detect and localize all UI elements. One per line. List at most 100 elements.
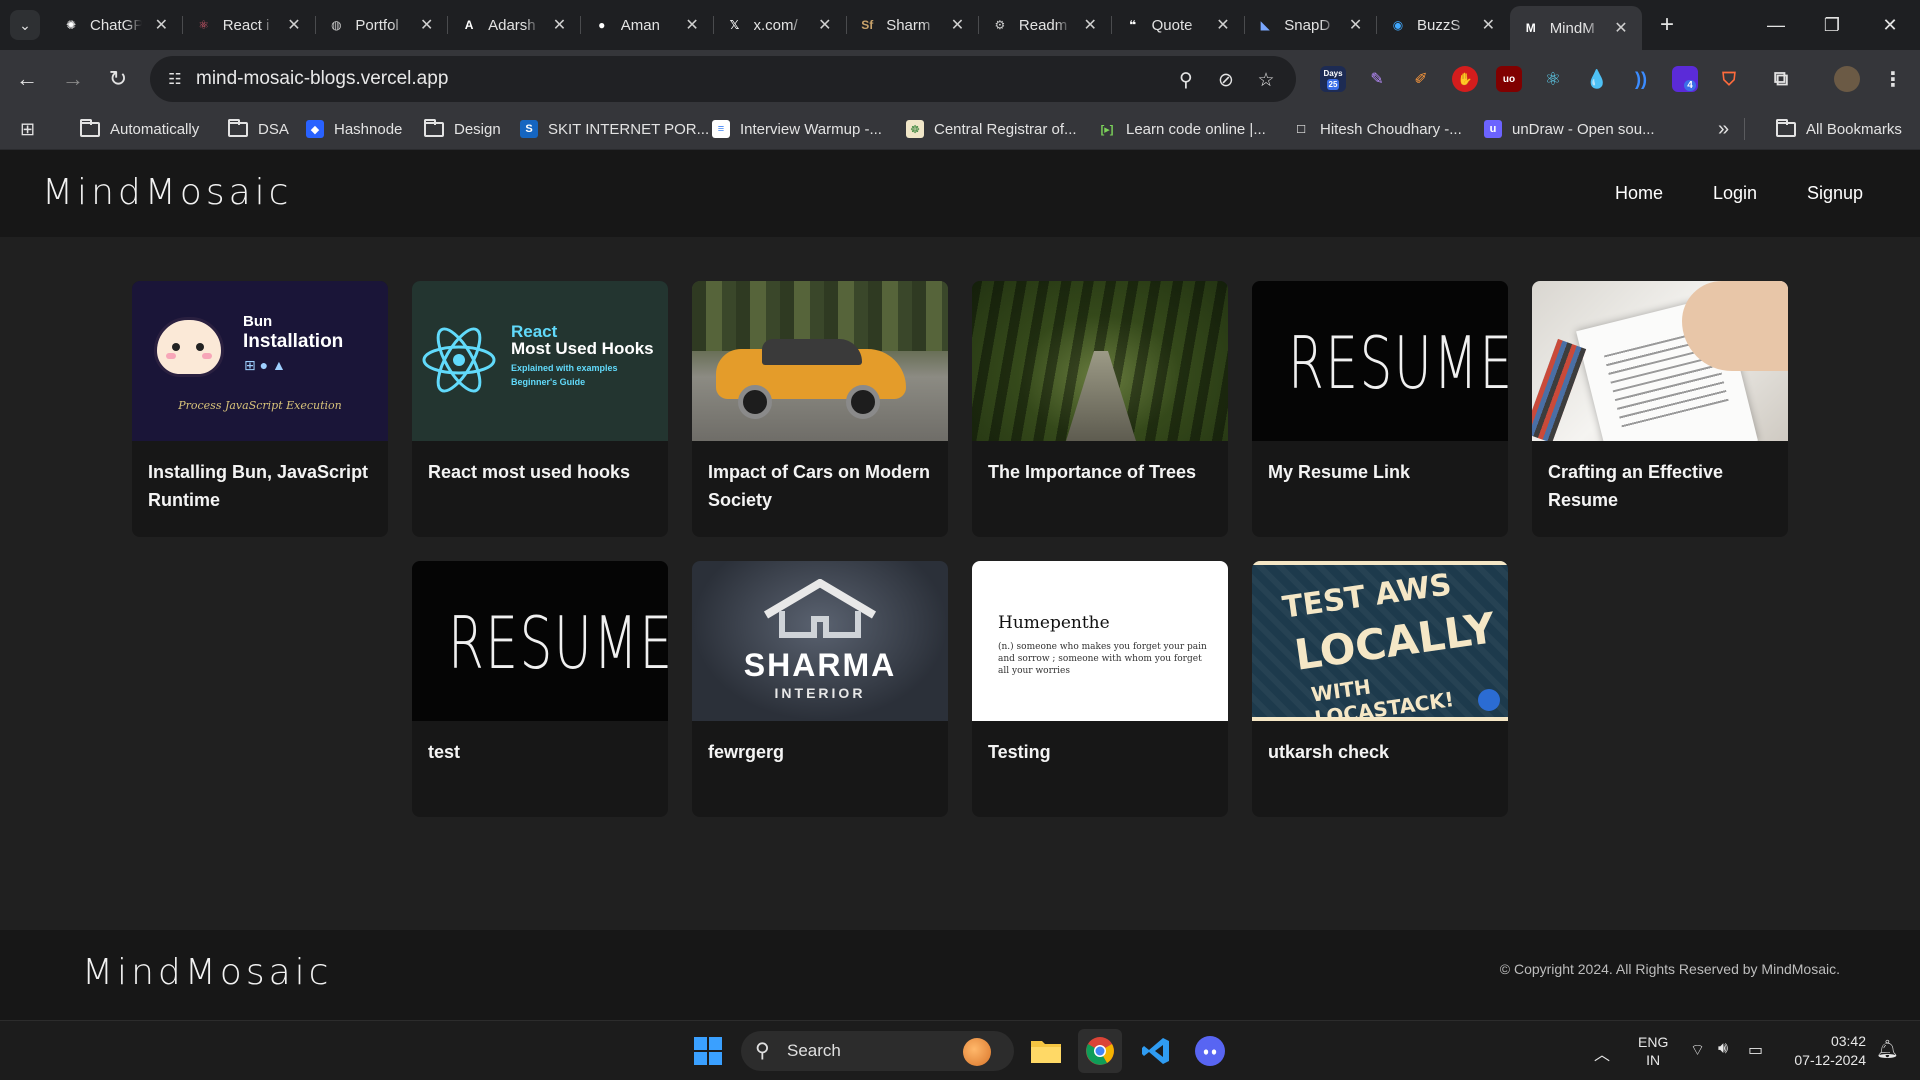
eye-off-icon[interactable]: ⊘ bbox=[1214, 68, 1238, 92]
battery-icon[interactable]: ▭ bbox=[1748, 1040, 1763, 1060]
blog-card-title[interactable]: Impact of Cars on Modern Society bbox=[708, 458, 936, 514]
blog-card-title[interactable]: test bbox=[428, 738, 656, 766]
bookmark-1[interactable]: Automatically bbox=[80, 116, 199, 142]
bookmark-7[interactable]: ☸ Central Registrar of... bbox=[906, 116, 1077, 142]
blog-card-thumbnail[interactable]: RESUME bbox=[1252, 281, 1508, 441]
tab-close-icon[interactable]: ✕ bbox=[1083, 15, 1096, 35]
tab-close-icon[interactable]: ✕ bbox=[420, 15, 433, 35]
all-bookmarks-button[interactable]: All Bookmarks bbox=[1776, 116, 1902, 142]
url-text[interactable]: mind-mosaic-blogs.vercel.app bbox=[196, 68, 448, 90]
more-bookmarks-icon[interactable]: » bbox=[1718, 116, 1729, 142]
blog-card-thumbnail[interactable] bbox=[972, 281, 1228, 441]
profile-avatar[interactable] bbox=[1834, 66, 1860, 92]
blog-card[interactable]: Impact of Cars on Modern Society bbox=[692, 281, 948, 537]
back-arrow-icon[interactable]: ← bbox=[10, 62, 44, 96]
tab-11[interactable]: ◉ BuzzS ✕ bbox=[1377, 8, 1509, 42]
bookmark-5[interactable]: S SKIT INTERNET POR... bbox=[520, 116, 709, 142]
file-explorer-icon[interactable] bbox=[1024, 1029, 1068, 1073]
blog-card-title[interactable]: fewrgerg bbox=[708, 738, 936, 766]
bookmark-star-icon[interactable]: ☆ bbox=[1254, 68, 1278, 92]
blog-card-title[interactable]: Testing bbox=[988, 738, 1216, 766]
zoom-icon[interactable]: ⚲ bbox=[1174, 68, 1198, 92]
blog-card-thumbnail[interactable]: React Most Used Hooks Explained with exa… bbox=[412, 281, 668, 441]
bookmark-2[interactable]: DSA bbox=[228, 116, 289, 142]
tab-close-icon[interactable]: ✕ bbox=[685, 15, 698, 35]
blog-card-thumbnail[interactable]: RESUME bbox=[412, 561, 668, 721]
bookmark-4[interactable]: Design bbox=[424, 116, 501, 142]
taskbar-search-box[interactable]: ⚲ Search bbox=[741, 1031, 1014, 1071]
react-devtools-extension-icon[interactable]: ⚛ bbox=[1540, 66, 1566, 92]
feather-extension-icon[interactable]: ✎ bbox=[1364, 66, 1390, 92]
tab-close-icon[interactable]: ✕ bbox=[1482, 15, 1495, 35]
windows-start-icon[interactable] bbox=[686, 1029, 730, 1073]
discord-icon[interactable] bbox=[1188, 1029, 1232, 1073]
notification-bell-icon[interactable]: 🔔︎ bbox=[1876, 1039, 1899, 1060]
site-info-icon[interactable]: ☷ bbox=[164, 68, 186, 90]
forward-arrow-icon[interactable]: → bbox=[56, 62, 90, 96]
tab-close-icon[interactable]: ✕ bbox=[1216, 15, 1229, 35]
stop-extension-icon[interactable]: ✋ bbox=[1452, 66, 1478, 92]
blog-card-title[interactable]: My Resume Link bbox=[1268, 458, 1496, 486]
vscode-icon[interactable] bbox=[1134, 1029, 1178, 1073]
bookmark-8[interactable]: [▸] Learn code online |... bbox=[1098, 116, 1266, 142]
blog-card-thumbnail[interactable] bbox=[692, 281, 948, 441]
tab-6[interactable]: 𝕏x.com/ ✕ bbox=[714, 8, 846, 42]
tab-12[interactable]: M MindM ✕ bbox=[1509, 6, 1642, 50]
tab-10[interactable]: ◣ SnapD ✕ bbox=[1244, 8, 1376, 42]
blog-card[interactable]: RESUME My Resume Link bbox=[1252, 281, 1508, 537]
volume-icon[interactable]: 🔊︎ bbox=[1718, 1040, 1728, 1058]
tab-search-chevron-icon[interactable]: ⌄ bbox=[10, 10, 40, 40]
clock[interactable]: 03:42 07-12-2024 bbox=[1786, 1032, 1866, 1070]
blog-card[interactable]: The Importance of Trees bbox=[972, 281, 1228, 537]
blog-card-title[interactable]: Crafting an Effective Resume bbox=[1548, 458, 1776, 514]
days-until-extension-icon[interactable]: Days 25 bbox=[1320, 66, 1346, 92]
blog-card-title[interactable]: utkarsh check bbox=[1268, 738, 1496, 766]
nav-login-link[interactable]: Login bbox=[1713, 183, 1757, 204]
blog-card-title[interactable]: The Importance of Trees bbox=[988, 458, 1216, 486]
blog-card-thumbnail[interactable]: SHARMA INTERIOR bbox=[692, 561, 948, 721]
tab-3[interactable]: ◍ Portfol ✕ bbox=[315, 8, 447, 42]
wifi-icon[interactable]: ⌔ bbox=[1690, 1040, 1705, 1060]
blog-card-title[interactable]: React most used hooks bbox=[428, 458, 656, 486]
tab-4[interactable]: A Adarsh ✕ bbox=[448, 8, 580, 42]
blog-card[interactable]: RESUME test bbox=[412, 561, 668, 817]
drop-extension-icon[interactable]: 💧 bbox=[1584, 66, 1610, 92]
tab-8[interactable]: ⚙ Readm ✕ bbox=[979, 8, 1111, 42]
chrome-taskbar-icon[interactable] bbox=[1078, 1029, 1122, 1073]
tray-chevron-up-icon[interactable]: ︿ bbox=[1594, 1041, 1610, 1065]
blog-card[interactable]: TEST AWS LOCALLY WITH LOCASTACK! utkarsh… bbox=[1252, 561, 1508, 817]
tab-9[interactable]: ❝ Quote ✕ bbox=[1112, 8, 1244, 42]
restore-icon[interactable]: ❐ bbox=[1812, 8, 1852, 42]
blog-card-thumbnail[interactable] bbox=[1532, 281, 1788, 441]
wave-extension-icon[interactable]: )) bbox=[1628, 66, 1654, 92]
tab-close-icon[interactable]: ✕ bbox=[818, 15, 831, 35]
blog-card[interactable]: React Most Used Hooks Explained with exa… bbox=[412, 281, 668, 537]
tab-5[interactable]: ● Aman ✕ bbox=[581, 8, 713, 42]
blog-card[interactable]: SHARMA INTERIOR fewrgerg bbox=[692, 561, 948, 817]
language-indicator[interactable]: ENG IN bbox=[1638, 1033, 1668, 1069]
reload-icon[interactable]: ↻ bbox=[101, 62, 135, 96]
tab-1[interactable]: ✺ ChatGPT ✕ bbox=[50, 8, 182, 42]
blog-card-thumbnail[interactable]: TEST AWS LOCALLY WITH LOCASTACK! bbox=[1252, 561, 1508, 721]
tab-close-icon[interactable]: ✕ bbox=[951, 15, 964, 35]
tab-7[interactable]: Sf Sharm ✕ bbox=[846, 8, 978, 42]
bookmark-9[interactable]: ☐ Hitesh Choudhary -... bbox=[1292, 116, 1462, 142]
ublock-extension-icon[interactable]: uo bbox=[1496, 66, 1522, 92]
bookmark-6[interactable]: ≡ Interview Warmup -... bbox=[712, 116, 882, 142]
more-menu-icon[interactable]: ⋮ bbox=[1880, 66, 1906, 92]
pen-extension-icon[interactable]: ✐ bbox=[1408, 66, 1434, 92]
tab-close-icon[interactable]: ✕ bbox=[1349, 15, 1362, 35]
blog-card[interactable]: Bun Installation ⊞ ● ▲ Process JavaScrip… bbox=[132, 281, 388, 537]
extensions-puzzle-icon[interactable]: ⧉ bbox=[1768, 66, 1794, 92]
new-tab-button[interactable]: + bbox=[1652, 10, 1682, 40]
blog-card[interactable]: Humepenthe (n.) someone who makes you fo… bbox=[972, 561, 1228, 817]
tab-close-icon[interactable]: ✕ bbox=[155, 15, 168, 35]
apps-grid-icon[interactable]: ⊞ bbox=[20, 116, 35, 142]
blog-card[interactable]: Crafting an Effective Resume bbox=[1532, 281, 1788, 537]
site-logo[interactable]: MindMosaic bbox=[42, 172, 292, 213]
address-bar[interactable]: ☷ mind-mosaic-blogs.vercel.app ⚲ ⊘ ☆ bbox=[150, 56, 1296, 102]
minimize-icon[interactable]: — bbox=[1756, 8, 1796, 42]
tab-2[interactable]: ⚛ React i ✕ bbox=[183, 8, 315, 42]
tab-close-icon[interactable]: ✕ bbox=[287, 15, 300, 35]
nav-home-link[interactable]: Home bbox=[1615, 183, 1663, 204]
